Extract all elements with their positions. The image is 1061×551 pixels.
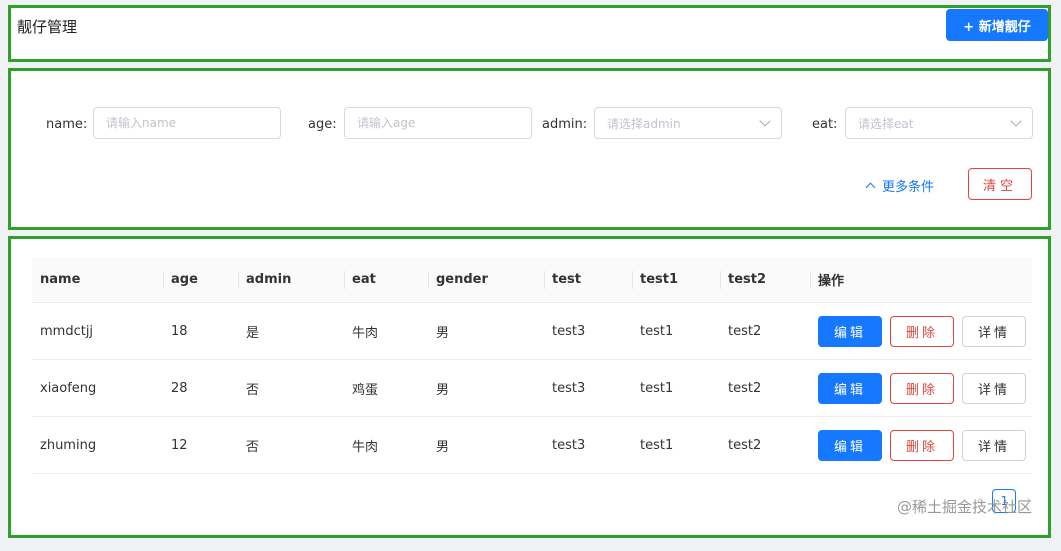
add-button[interactable]: + 新增靓仔 xyxy=(946,9,1048,41)
cell-test1: test1 xyxy=(640,437,674,453)
cell-test1: test1 xyxy=(640,323,674,339)
cell-test2: test2 xyxy=(728,380,762,396)
cell-admin: 是 xyxy=(246,325,260,341)
col-header-name: name xyxy=(40,272,81,287)
admin-label: admin: xyxy=(542,117,588,132)
more-conditions-toggle[interactable]: 更多条件 xyxy=(865,176,935,195)
cell-age: 28 xyxy=(171,380,188,396)
table-panel: name age admin eat gender test test1 tes… xyxy=(8,236,1051,538)
detail-button[interactable]: 详情 xyxy=(962,429,1026,461)
age-label: age: xyxy=(308,117,337,132)
edit-button[interactable]: 编辑 xyxy=(818,429,882,461)
chevron-up-icon xyxy=(865,182,876,193)
cell-name: mmdctjj xyxy=(40,323,94,339)
cell-gender: 男 xyxy=(436,382,450,398)
col-header-test2: test2 xyxy=(720,257,810,302)
eat-select[interactable]: 请选择eat xyxy=(845,107,1033,139)
chevron-down-icon xyxy=(759,114,771,127)
header-panel: 靓仔管理 + 新增靓仔 xyxy=(8,5,1051,62)
cell-age: 18 xyxy=(171,323,188,339)
detail-button[interactable]: 详情 xyxy=(962,372,1026,404)
eat-select-placeholder: 请选择eat xyxy=(858,116,914,131)
cell-name: zhuming xyxy=(40,437,97,453)
delete-button[interactable]: 删除 xyxy=(890,315,954,347)
col-header-test1: test1 xyxy=(632,257,720,302)
detail-button[interactable]: 详情 xyxy=(962,315,1026,347)
age-input[interactable] xyxy=(344,107,532,139)
delete-button[interactable]: 删除 xyxy=(890,429,954,461)
col-header-gender: gender xyxy=(428,257,544,302)
cell-eat: 牛肉 xyxy=(352,439,379,455)
cell-gender: 男 xyxy=(436,325,450,341)
cell-gender: 男 xyxy=(436,439,450,455)
cell-admin: 否 xyxy=(246,382,260,398)
name-label: name: xyxy=(46,117,88,132)
cell-test1: test1 xyxy=(640,380,674,396)
watermark: @稀土掘金技术社区 xyxy=(896,498,1032,516)
table-header: name age admin eat gender test test1 tes… xyxy=(32,257,1032,303)
chevron-down-icon xyxy=(1010,114,1022,127)
cell-test: test3 xyxy=(552,380,586,396)
cell-eat: 鸡蛋 xyxy=(352,382,379,398)
edit-button[interactable]: 编辑 xyxy=(818,372,882,404)
col-header-actions: 操作 xyxy=(810,257,1032,302)
admin-select-placeholder: 请选择admin xyxy=(607,116,681,131)
more-conditions-label: 更多条件 xyxy=(882,180,935,195)
filter-panel: name: age: admin: 请选择admin eat: 请选择eat 更… xyxy=(8,68,1051,230)
cell-test: test3 xyxy=(552,323,586,339)
col-header-eat: eat xyxy=(344,257,428,302)
table-row: xiaofeng 28 否 鸡蛋 男 test3 test1 test2 编辑 … xyxy=(32,360,1032,417)
delete-button[interactable]: 删除 xyxy=(890,372,954,404)
cell-age: 12 xyxy=(171,437,188,453)
cell-eat: 牛肉 xyxy=(352,325,379,341)
cell-test2: test2 xyxy=(728,437,762,453)
eat-label: eat: xyxy=(812,117,838,132)
admin-select[interactable]: 请选择admin xyxy=(594,107,782,139)
col-header-age: age xyxy=(163,257,238,302)
edit-button[interactable]: 编辑 xyxy=(818,315,882,347)
page-title: 靓仔管理 xyxy=(17,18,78,36)
clear-button[interactable]: 清空 xyxy=(968,168,1032,200)
cell-admin: 否 xyxy=(246,439,260,455)
cell-test2: test2 xyxy=(728,323,762,339)
row-actions: 编辑 删除 详情 xyxy=(810,372,1032,404)
col-header-test: test xyxy=(544,257,632,302)
name-input[interactable] xyxy=(93,107,281,139)
cell-test: test3 xyxy=(552,437,586,453)
table-row: zhuming 12 否 牛肉 男 test3 test1 test2 编辑 删… xyxy=(32,417,1032,474)
cell-name: xiaofeng xyxy=(40,380,97,396)
data-table: name age admin eat gender test test1 tes… xyxy=(32,257,1032,474)
row-actions: 编辑 删除 详情 xyxy=(810,315,1032,347)
table-row: mmdctjj 18 是 牛肉 男 test3 test1 test2 编辑 删… xyxy=(32,303,1032,360)
row-actions: 编辑 删除 详情 xyxy=(810,429,1032,461)
col-header-admin: admin xyxy=(238,257,344,302)
